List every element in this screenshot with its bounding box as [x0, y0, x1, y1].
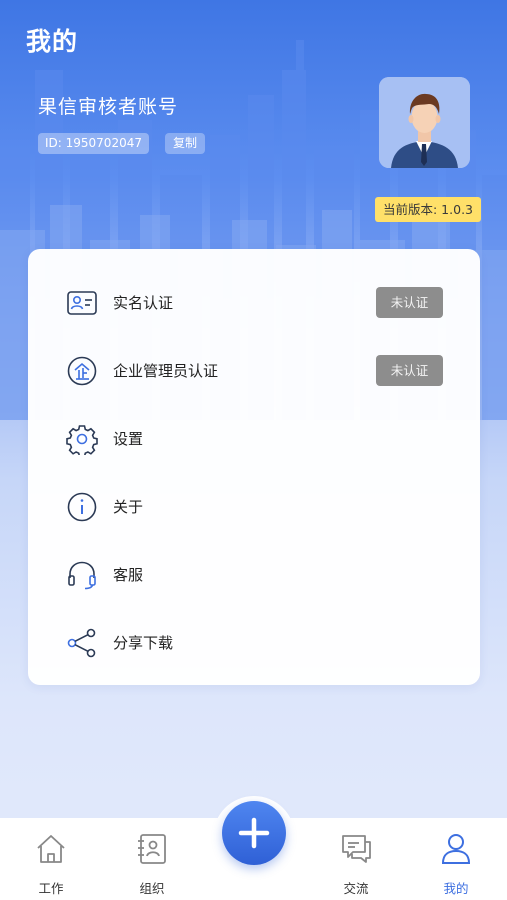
account-name: 果信审核者账号 — [38, 96, 179, 118]
menu-label: 客服 — [113, 566, 144, 584]
verification-status-button[interactable]: 未认证 — [376, 287, 443, 318]
menu-item-customer-service[interactable]: 客服 — [28, 541, 480, 609]
tab-organization[interactable]: 组织 — [112, 818, 192, 900]
menu-label: 设置 — [113, 430, 144, 448]
tab-label: 工作 — [38, 881, 64, 896]
chat-icon — [342, 835, 371, 863]
version-badge: 当前版本: 1.0.3 — [375, 197, 481, 222]
menu-item-enterprise-admin-auth[interactable]: 企业管理员认证 未认证 — [28, 337, 480, 405]
account-id-badge: ID: 1950702047 — [38, 133, 149, 154]
home-icon — [37, 835, 65, 863]
tab-label: 我的 — [443, 881, 469, 896]
tab-mine[interactable]: 我的 — [416, 818, 496, 900]
add-button[interactable] — [222, 801, 286, 865]
user-icon — [441, 834, 471, 864]
share-icon — [67, 628, 96, 658]
id-card-icon — [67, 291, 97, 315]
avatar[interactable] — [379, 77, 470, 168]
copy-id-button[interactable]: 复制 — [165, 133, 205, 154]
page-title: 我的 — [26, 27, 79, 56]
menu-item-settings[interactable]: 设置 — [28, 405, 480, 473]
menu-item-real-name-auth[interactable]: 实名认证 未认证 — [28, 269, 480, 337]
gear-icon — [66, 425, 98, 455]
menu-card: 实名认证 未认证 企业管理员认证 未认证 设置 关于 客服 分享下载 — [28, 249, 480, 685]
headset-icon — [68, 561, 96, 590]
menu-label: 关于 — [113, 498, 144, 516]
menu-label: 分享下载 — [113, 634, 174, 652]
menu-label: 企业管理员认证 — [113, 362, 219, 380]
person-avatar-icon — [379, 77, 470, 168]
menu-label: 实名认证 — [113, 294, 174, 312]
info-icon — [67, 492, 97, 522]
tab-chat[interactable]: 交流 — [316, 818, 396, 900]
contacts-icon — [138, 834, 166, 864]
verification-status-button[interactable]: 未认证 — [376, 355, 443, 386]
tab-label: 交流 — [343, 881, 369, 896]
menu-item-share-download[interactable]: 分享下载 — [28, 609, 480, 677]
plus-icon — [238, 817, 270, 849]
tab-label: 组织 — [139, 881, 165, 896]
menu-item-about[interactable]: 关于 — [28, 473, 480, 541]
enterprise-icon — [67, 356, 97, 386]
tab-work[interactable]: 工作 — [11, 818, 91, 900]
